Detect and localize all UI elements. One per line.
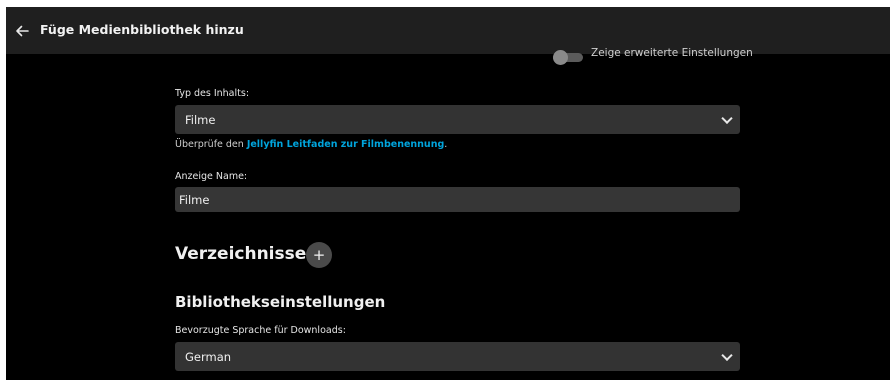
content-type-label: Typ des Inhalts:: [175, 88, 250, 99]
library-settings-heading: Bibliothekseinstellungen: [175, 293, 386, 311]
content-type-value: Filme: [185, 112, 216, 127]
naming-guide-hint: Überprüfe den Jellyfin Leitfaden zur Fil…: [175, 139, 447, 150]
arrow-left-icon: [16, 25, 29, 37]
chevron-down-icon: [721, 112, 733, 124]
advanced-settings-label: Zeige erweiterte Einstellungen: [591, 47, 753, 59]
chevron-down-icon: [721, 349, 733, 361]
language-select[interactable]: German: [175, 342, 740, 371]
display-name-input[interactable]: Filme: [175, 187, 740, 212]
library-form: Zeige erweiterte Einstellungen Typ des I…: [6, 47, 890, 380]
hint-prefix: Überprüfe den: [175, 139, 247, 150]
content-type-select[interactable]: Filme: [175, 105, 740, 134]
app-header: Füge Medienbibliothek hinzu: [6, 7, 890, 54]
display-name-value: Filme: [179, 192, 210, 207]
page-title: Füge Medienbibliothek hinzu: [40, 22, 244, 37]
advanced-settings-toggle[interactable]: [553, 49, 583, 65]
folders-heading: Verzeichnisse: [175, 244, 307, 264]
hint-suffix: .: [444, 139, 448, 150]
advanced-settings-toggle-row[interactable]: Zeige erweiterte Einstellungen: [553, 47, 753, 66]
back-button[interactable]: [12, 21, 32, 41]
app-window: Füge Medienbibliothek hinzu Zeige erweit…: [6, 7, 890, 380]
add-folder-button[interactable]: +: [306, 242, 332, 268]
display-name-label: Anzeige Name:: [175, 171, 248, 182]
language-label: Bevorzugte Sprache für Downloads:: [175, 325, 346, 336]
toggle-knob: [553, 49, 568, 65]
language-value: German: [185, 349, 232, 364]
naming-guide-link[interactable]: Jellyfin Leitfaden zur Filmbenennung: [247, 139, 444, 150]
plus-icon: +: [312, 246, 326, 264]
